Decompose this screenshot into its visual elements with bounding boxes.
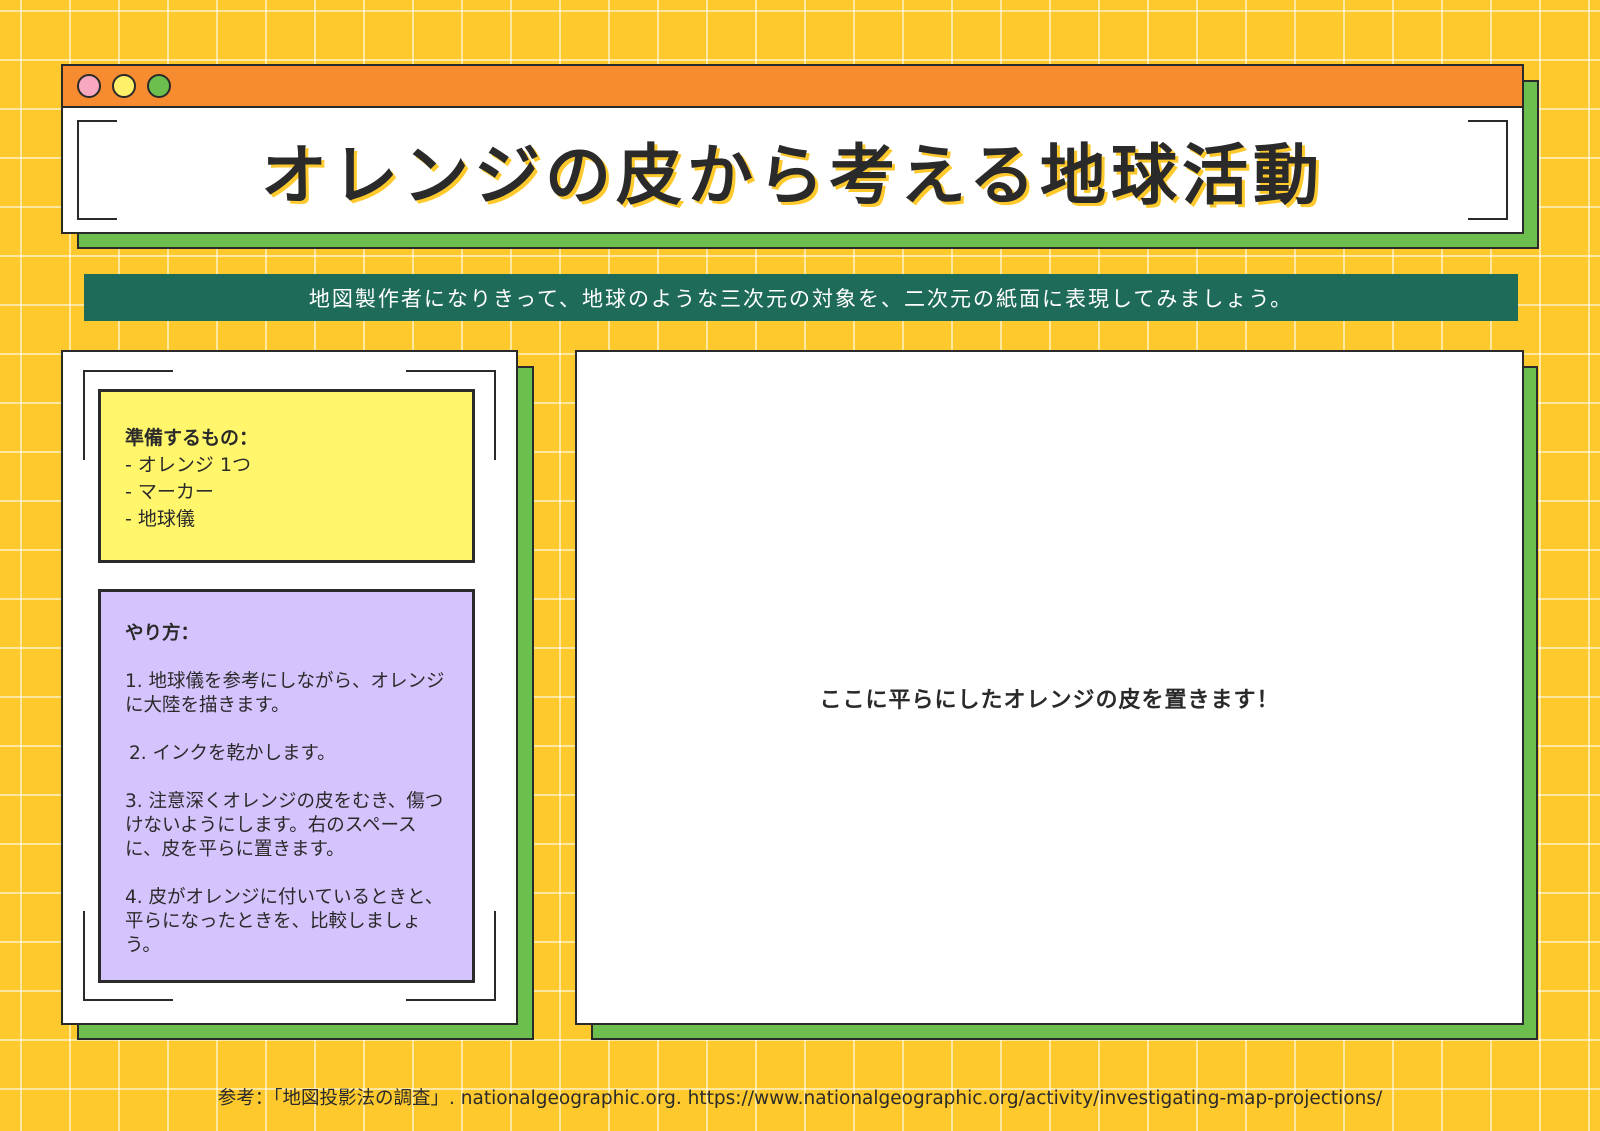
materials-box: 準備するもの： - オレンジ 1つ - マーカー - 地球儀 [98,389,475,563]
minimize-dot-icon [112,74,136,98]
steps-heading: やり方： [125,623,200,644]
maximize-dot-icon [147,74,171,98]
close-dot-icon [77,74,101,98]
subtitle-bar: 地図製作者になりきって、地球のような三次元の対象を、二次元の紙面に表現してみまし… [84,274,1518,321]
step-item: 3. 注意深くオレンジの皮をむき、傷つけないようにします。右のスペースに、皮を平… [125,791,444,860]
subtitle-text: 地図製作者になりきって、地球のような三次元の対象を、二次元の紙面に表現してみまし… [308,286,1294,311]
materials-heading: 準備するもの： [125,427,259,449]
steps-box: やり方： 1. 地球儀を参考にしながら、オレンジに大陸を描きます。 2. インク… [98,589,475,983]
materials-item: - マーカー [125,481,214,503]
title-body: オレンジの皮から考える地球活動 [63,108,1522,232]
reference-footer: 参考：「地図投影法の調査」. nationalgeographic.org. h… [217,1088,1383,1109]
placeholder-text: ここに平らにしたオレンジの皮を置きます！ [819,688,1280,713]
materials-item: - 地球儀 [125,508,195,530]
window-title-bar [63,66,1522,108]
title-window: オレンジの皮から考える地球活動 [61,64,1524,234]
step-item: 1. 地球儀を参考にしながら、オレンジに大陸を描きます。 [125,671,445,716]
materials-item: - オレンジ 1つ [125,454,252,476]
step-item: 4. 皮がオレンジに付いているときと、平らになったときを、比較しましょう。 [125,887,444,956]
instructions-panel: 準備するもの： - オレンジ 1つ - マーカー - 地球儀 やり方： 1. 地… [61,350,518,1025]
peel-placement-area: ここに平らにしたオレンジの皮を置きます！ [575,350,1524,1025]
page-title: オレンジの皮から考える地球活動 [260,137,1325,214]
step-item: 2. インクを乾かします。 [129,743,336,764]
